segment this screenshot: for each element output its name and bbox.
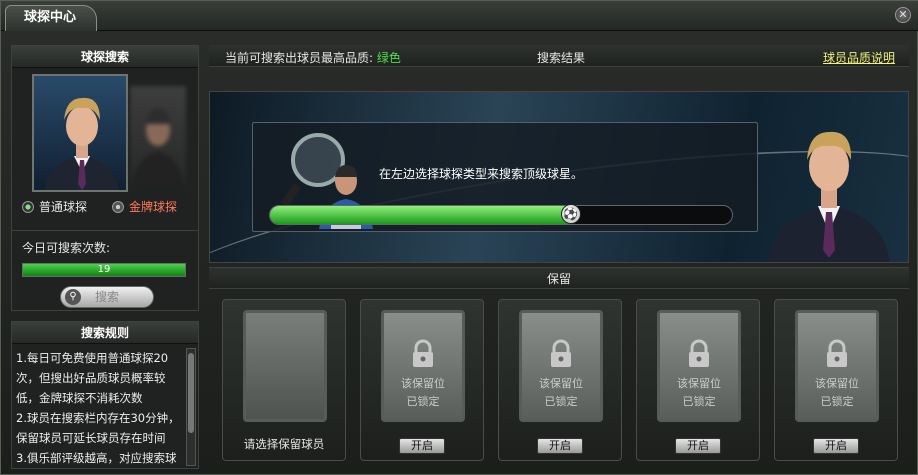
- keep-slot-locked: 该保留位 已锁定 开启: [636, 299, 760, 461]
- football-icon: ⚽: [560, 204, 581, 224]
- radio-normal-scout[interactable]: 普通球探: [22, 198, 87, 215]
- slot-locked-line2: 已锁定: [406, 395, 440, 408]
- quota-value: 19: [97, 264, 111, 275]
- search-button[interactable]: ⚲ 搜索: [60, 286, 154, 308]
- rules-line: 3.俱乐部评级越高，对应搜索球: [16, 451, 177, 465]
- window-title: 球探中心: [5, 5, 97, 31]
- search-rules-panel: 搜索规则 1.每日可免费使用普通球探20 次，但搜出好品质球员概率较 低，金牌球…: [11, 321, 199, 469]
- slot-locked-line1: 该保留位: [539, 377, 583, 390]
- gold-scout-portrait[interactable]: [130, 86, 186, 186]
- slot-locked-line1: 该保留位: [401, 377, 445, 390]
- unlock-slot-button[interactable]: 开启: [399, 438, 445, 454]
- unlock-slot-button[interactable]: 开启: [675, 438, 721, 454]
- gold-scout-figure-icon: [132, 108, 184, 186]
- daily-quota: 今日可搜索次数: 19: [12, 230, 198, 282]
- search-icon: ⚲: [65, 289, 81, 305]
- quota-label: 今日可搜索次数:: [22, 241, 111, 255]
- max-quality-label: 当前可搜索出球员最高品质:: [225, 51, 374, 65]
- max-quality-text: 当前可搜索出球员最高品质: 绿色: [225, 49, 401, 66]
- slot-locked-line2: 已锁定: [544, 395, 578, 408]
- scout-search-header: 球探搜索: [12, 46, 198, 68]
- rules-scrollbar[interactable]: [186, 348, 196, 466]
- max-quality-value: 绿色: [376, 51, 401, 65]
- keep-slot-locked: 该保留位 已锁定 开启: [498, 299, 622, 461]
- slot-card-locked: 该保留位 已锁定: [381, 310, 465, 422]
- search-result-label: 搜索结果: [537, 51, 586, 65]
- scout-figure-icon: [44, 97, 120, 190]
- keep-slot-locked: 该保留位 已锁定 开启: [774, 299, 898, 461]
- rules-text: 1.每日可免费使用普通球探20 次，但搜出好品质球员概率较 低，金牌球探不消耗次…: [16, 348, 186, 468]
- rules-line: 1.每日可免费使用普通球探20: [16, 351, 169, 365]
- slot-select-label: 请选择保留球员: [243, 437, 325, 451]
- lock-icon: [551, 339, 571, 367]
- status-message: 在左边选择球探类型来搜索顶级球星。: [379, 167, 584, 181]
- rules-line: 低，金牌球探不消耗次数: [16, 391, 143, 405]
- scout-portrait[interactable]: [32, 74, 128, 192]
- slot-locked-line2: 已锁定: [820, 395, 854, 408]
- scout-center-window: 球探中心 ✕ 球探搜索 普通球探 金牌球探 今日可搜索次数: 19 ⚲ 搜索 搜…: [0, 0, 918, 475]
- slot-card-empty: [243, 310, 327, 422]
- slot-locked-line1: 该保留位: [677, 377, 721, 390]
- lock-icon: [689, 339, 709, 367]
- slot-locked-line1: 该保留位: [815, 377, 859, 390]
- magnifier-handle-icon: [280, 182, 302, 208]
- rules-header: 搜索规则: [12, 322, 198, 344]
- title-bar: 球探中心 ✕: [1, 1, 918, 31]
- scrollbar-thumb[interactable]: [188, 353, 194, 433]
- radio-gold-scout[interactable]: 金牌球探: [112, 198, 177, 215]
- slot-locked-line2: 已锁定: [682, 395, 716, 408]
- search-button-label: 搜索: [94, 290, 119, 304]
- rules-line: 保留球员可延长球员存在时间: [16, 431, 166, 445]
- radio-dot-selected: [22, 200, 34, 213]
- agent-figure-icon: [768, 131, 890, 262]
- info-bar: 当前可搜索出球员最高品质: 绿色 搜索结果 球员品质说明: [209, 45, 909, 67]
- rules-line: 次，但搜出好品质球员概率较: [16, 371, 166, 385]
- lock-icon: [827, 339, 847, 367]
- search-status-panel: 在左边选择球探类型来搜索顶级球星。 ⚽: [252, 122, 758, 232]
- quota-bar: 19: [22, 263, 186, 277]
- scout-search-panel: 球探搜索 普通球探 金牌球探 今日可搜索次数: 19 ⚲ 搜索: [11, 45, 199, 311]
- slot-card-locked: 该保留位 已锁定: [795, 310, 879, 422]
- keep-section-header: 保留: [209, 267, 909, 289]
- quality-explain-link[interactable]: 球员品质说明: [823, 49, 895, 66]
- rules-line: 2.球员在搜索栏内存在30分钟，: [16, 411, 180, 425]
- search-progress-bar: [269, 205, 733, 225]
- unlock-slot-button[interactable]: 开启: [537, 438, 583, 454]
- unlock-slot-button[interactable]: 开启: [813, 438, 859, 454]
- slot-card-locked: 该保留位 已锁定: [657, 310, 741, 422]
- close-icon[interactable]: ✕: [895, 7, 911, 23]
- radio-normal-label: 普通球探: [39, 200, 88, 214]
- radio-dot: [112, 200, 124, 213]
- radio-gold-label: 金牌球探: [129, 200, 178, 214]
- search-stage: 在左边选择球探类型来搜索顶级球星。 ⚽: [209, 91, 909, 263]
- keep-slot-locked: 该保留位 已锁定 开启: [360, 299, 484, 461]
- search-progress-fill: [270, 206, 571, 224]
- lock-icon: [413, 339, 433, 367]
- keep-slot-empty[interactable]: 请选择保留球员: [222, 299, 346, 461]
- slot-card-locked: 该保留位 已锁定: [519, 310, 603, 422]
